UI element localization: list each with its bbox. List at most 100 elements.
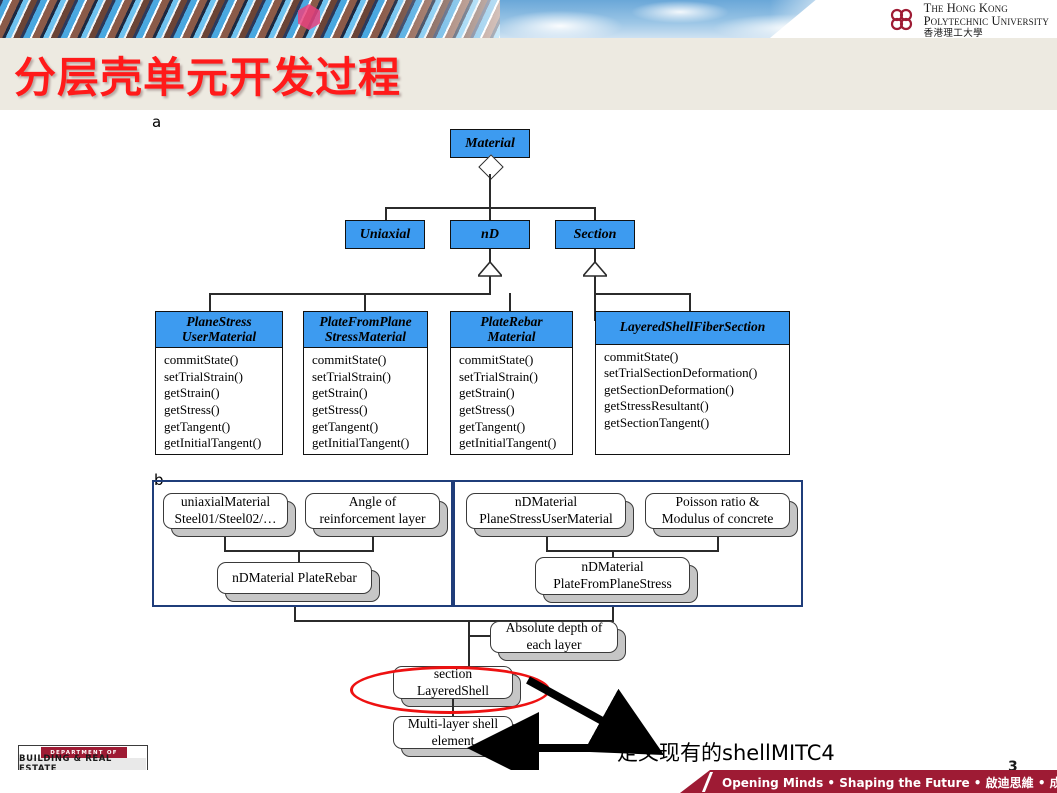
uml-method: commitState(): [312, 352, 387, 368]
footer-tagline: Opening Minds • Shaping the Future • 啟迪思…: [722, 776, 1057, 790]
uml-class-header: LayeredShellFiberSection: [596, 312, 789, 345]
connector-line: [594, 249, 596, 263]
box-text-line2: LayeredShell: [417, 682, 489, 698]
uml-method: getSectionTangent(): [604, 415, 710, 431]
box-text-line1: nDMaterial: [581, 559, 644, 575]
polyu-logo: The Hong Kong Polytechnic University 香港理…: [887, 2, 1049, 38]
uml-class-header: PlateFromPlane StressMaterial: [304, 312, 427, 349]
page-title: 分层壳单元开发过程: [14, 53, 402, 102]
flow-box-ndmaterial-platefromplanestress: nDMaterial PlateFromPlaneStress: [535, 557, 698, 603]
box-face: Poisson ratio & Modulus of concrete: [645, 493, 790, 529]
box-face: nDMaterial PlaneStressUserMaterial: [466, 493, 626, 529]
connector-line: [717, 537, 719, 551]
box-text-line1: nDMaterial: [514, 494, 578, 510]
connector-line: [489, 276, 491, 294]
uml-class-header: PlaneStress UserMaterial: [156, 312, 282, 349]
connector-line: [546, 537, 548, 551]
box-text-line1: nDMaterial PlateRebar: [232, 569, 357, 585]
box-face: section LayeredShell: [393, 666, 513, 699]
box-face: Multi-layer shell element: [393, 716, 513, 749]
uml-method-list: commitState() setTrialSectionDeformation…: [596, 345, 789, 438]
box-text-line2: Steel01/Steel02/…: [174, 511, 277, 526]
connector-line: [489, 249, 491, 263]
box-text-line1: uniaxialMaterial: [180, 494, 271, 510]
uml-method: getInitialTangent(): [459, 435, 557, 451]
connector-line: [612, 607, 614, 621]
connector-line: [224, 537, 226, 551]
uml-method: getTangent(): [459, 418, 526, 434]
uml-method: getInitialTangent(): [164, 435, 262, 451]
box-face: nDMaterial PlateFromPlaneStress: [535, 557, 690, 595]
uml-method: commitState(): [604, 348, 679, 364]
uml-method: getStress(): [459, 402, 515, 418]
university-name-line1: The Hong Kong: [923, 1, 1008, 15]
box-text-line1: Absolute depth of: [505, 620, 603, 636]
uml-method: setTrialStrain(): [459, 368, 538, 384]
uml-class-title-line1: PlateRebar: [480, 314, 543, 329]
flow-box-section-layeredshell: section LayeredShell: [393, 666, 521, 707]
connector-line: [489, 207, 491, 220]
box-text-line2: Modulus of concrete: [661, 511, 774, 526]
annotation-label: 定义现有的shellMITC4: [617, 741, 835, 765]
uml-method-list: commitState() setTrialStrain() getStrain…: [451, 348, 572, 458]
uml-method: getStress(): [312, 402, 368, 418]
flow-box-ndmaterial-platerebar: nDMaterial PlateRebar: [217, 562, 380, 602]
slide-content: a Material Uniaxial nD Section PlaneStre…: [0, 110, 1057, 770]
uml-method-list: commitState() setTrialStrain() getStrain…: [304, 348, 427, 458]
aggregation-diamond-icon: [478, 154, 504, 180]
box-text-line1: Angle of: [348, 494, 397, 510]
flow-box-poisson-modulus: Poisson ratio & Modulus of concrete: [645, 493, 798, 537]
generalization-triangle-icon: [478, 262, 502, 277]
uml-method: getTangent(): [164, 418, 231, 434]
uml-method: getSectionDeformation(): [604, 381, 734, 397]
uml-method: getStrain(): [312, 385, 368, 401]
uml-class-title-line2: UserMaterial: [181, 328, 257, 344]
flow-box-multilayer-shell-element: Multi-layer shell element: [393, 716, 521, 757]
uml-class-title-line2: StressMaterial: [324, 328, 406, 344]
footer: Opening Minds • Shaping the Future • 啟迪思…: [0, 770, 1057, 793]
uml-method: getStrain(): [164, 385, 220, 401]
box-text-line1: Multi-layer shell: [407, 715, 499, 731]
connector-line: [372, 537, 374, 551]
uml-method: getTangent(): [312, 418, 379, 434]
box-text-line2: PlateFromPlaneStress: [553, 576, 672, 591]
connector-line: [489, 174, 491, 208]
uml-method: commitState(): [164, 352, 239, 368]
box-text-line2: element: [431, 732, 475, 748]
flow-box-reinforcement-angle: Angle of reinforcement layer: [305, 493, 448, 537]
uml-method: setTrialSectionDeformation(): [604, 365, 758, 381]
uml-method: commitState(): [459, 352, 534, 368]
uml-method: getInitialTangent(): [312, 435, 410, 451]
uml-class-platefromplanestressmaterial: PlateFromPlane StressMaterial commitStat…: [303, 311, 428, 455]
uml-class-platerebarmaterial: PlateRebar Material commitState() setTri…: [450, 311, 573, 455]
box-text-line1: section: [433, 665, 473, 681]
connector-line: [385, 207, 387, 220]
box-text-line1: Poisson ratio &: [675, 494, 760, 510]
uml-class-planestressusermaterial: PlaneStress UserMaterial commitState() s…: [155, 311, 283, 455]
uml-class-title-line1: PlaneStress: [186, 314, 252, 329]
connector-line: [294, 607, 296, 621]
uml-method-list: commitState() setTrialStrain() getStrain…: [156, 348, 282, 458]
connector-line: [546, 550, 719, 552]
arrow-to-annotation: [526, 676, 665, 756]
box-text-line2: reinforcement layer: [319, 511, 426, 526]
uml-method: setTrialStrain(): [164, 368, 243, 384]
connector-line: [298, 550, 300, 562]
connector-line: [594, 207, 596, 220]
connector-line: [209, 293, 491, 295]
uml-class-uniaxial: Uniaxial: [345, 220, 425, 249]
box-face: nDMaterial PlateRebar: [217, 562, 372, 594]
polyu-knot-icon: [887, 5, 917, 35]
uml-class-nd: nD: [450, 220, 530, 249]
university-name-chinese: 香港理工大學: [923, 27, 983, 38]
connector-line: [594, 293, 690, 295]
box-text-line2: each layer: [526, 637, 582, 652]
connector-line: [452, 699, 454, 717]
box-face: Angle of reinforcement layer: [305, 493, 440, 529]
uml-class-title-line1: LayeredShellFiberSection: [619, 319, 766, 334]
box-face: uniaxialMaterial Steel01/Steel02/…: [163, 493, 288, 529]
flow-box-uniaxial-material: uniaxialMaterial Steel01/Steel02/…: [163, 493, 296, 537]
university-name-line2: Polytechnic University: [923, 13, 1049, 28]
uml-method: getStrain(): [459, 385, 515, 401]
box-face: Absolute depth of each layer: [490, 620, 618, 653]
